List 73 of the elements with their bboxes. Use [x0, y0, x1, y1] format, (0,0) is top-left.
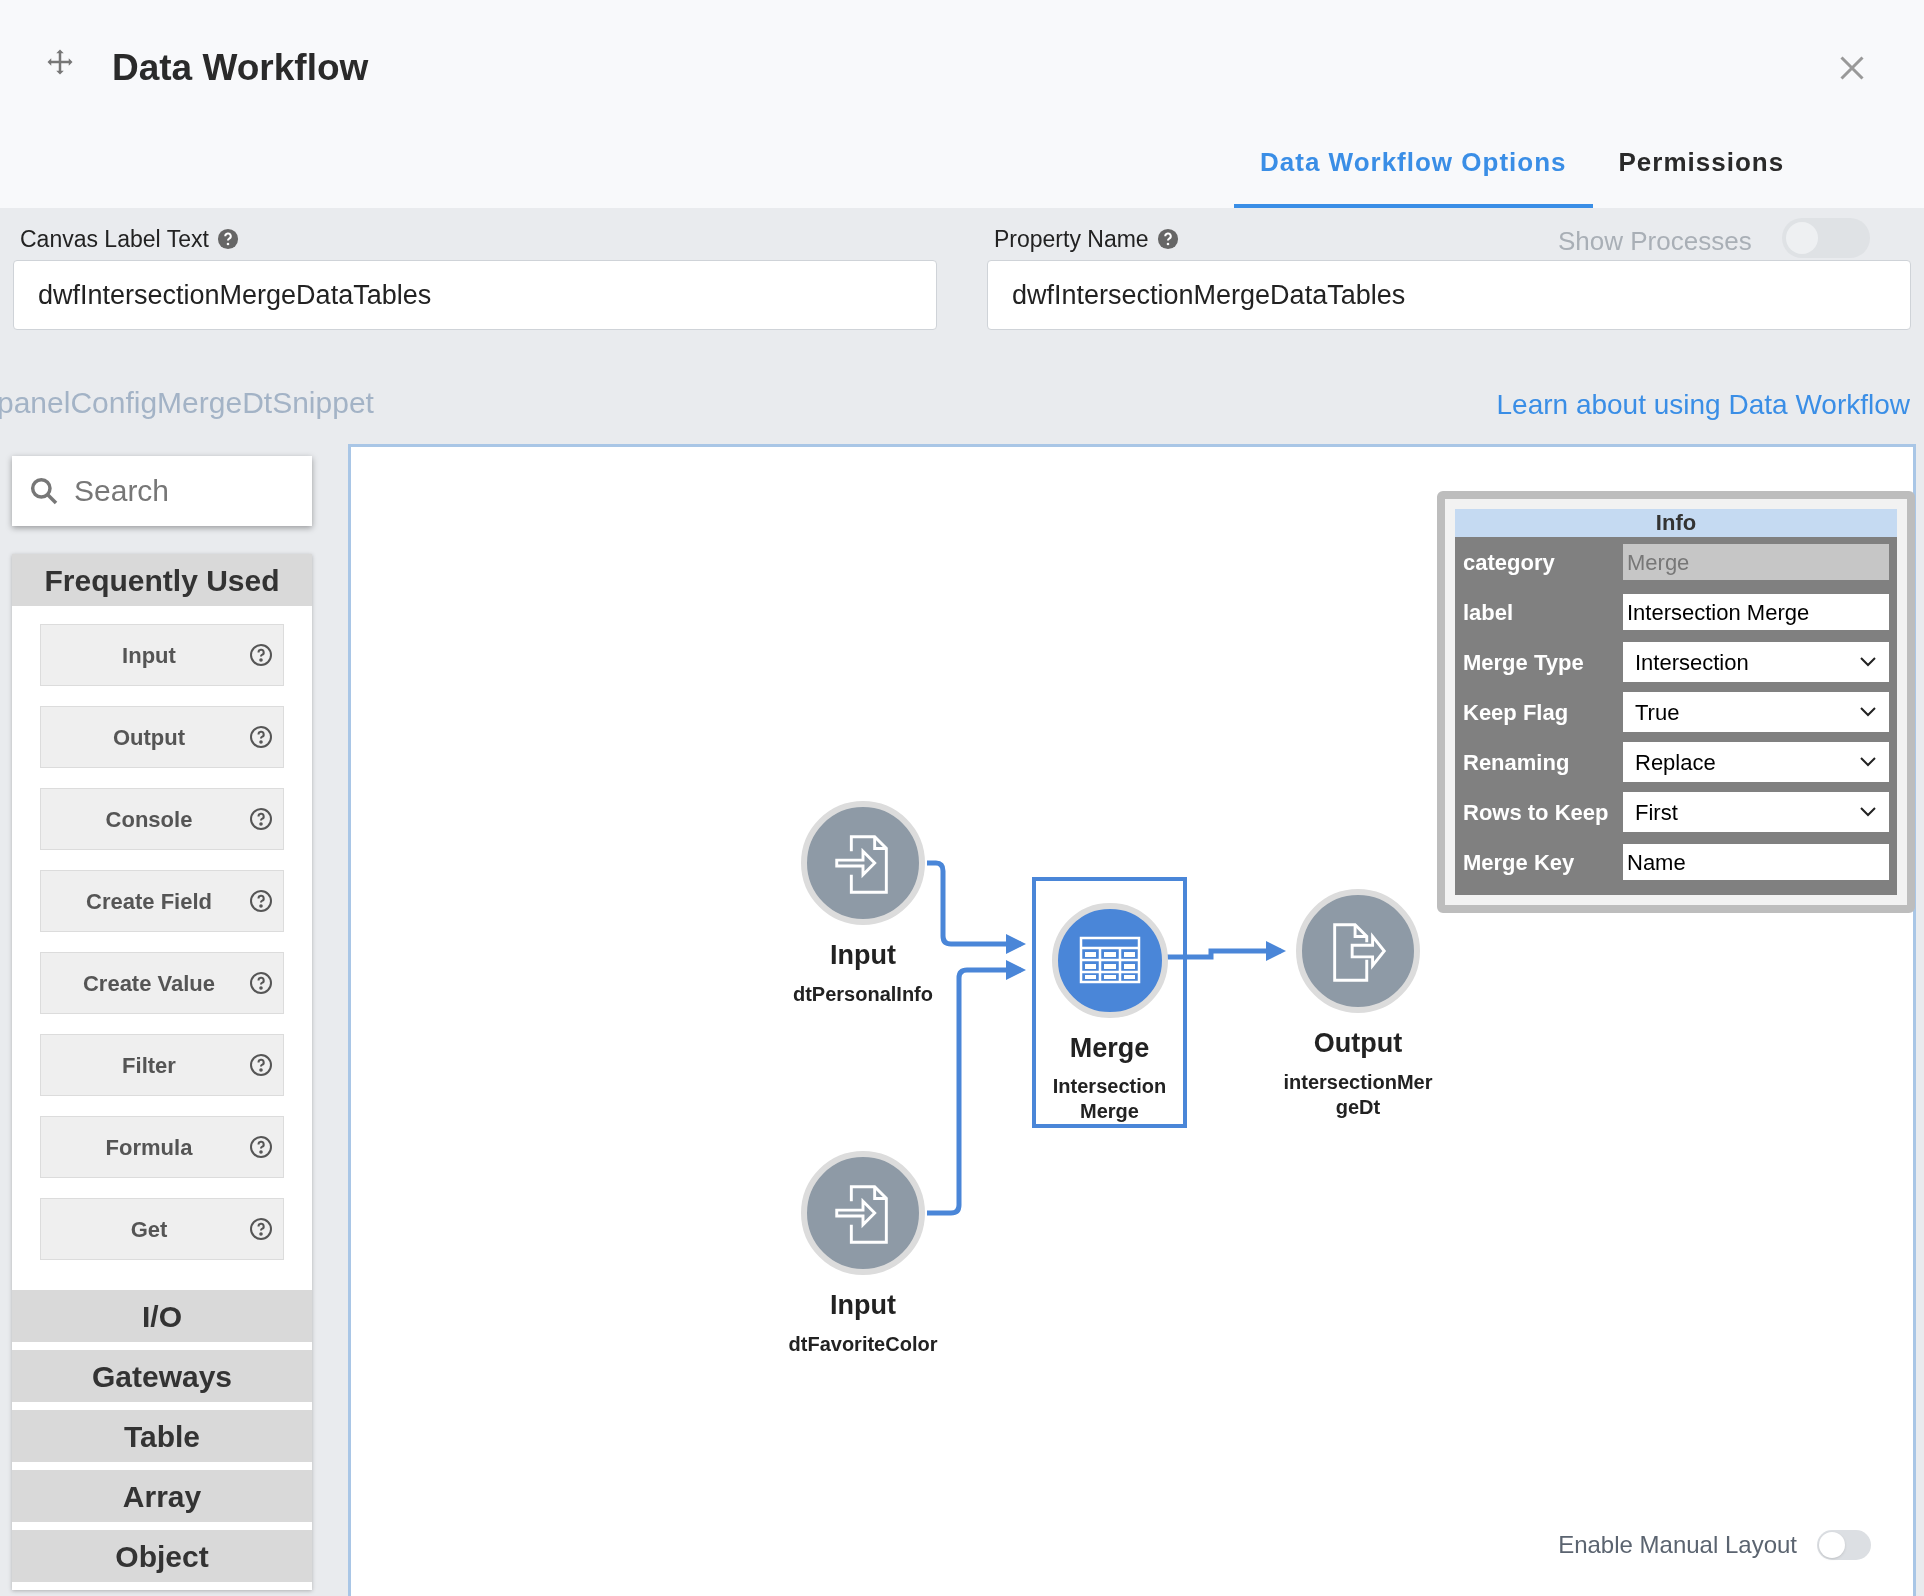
item-label: Filter: [121, 1051, 177, 1080]
node-title: Output: [1313, 1027, 1403, 1060]
help-icon: [216, 228, 239, 251]
property-label: Rows to Keep: [1463, 798, 1610, 827]
faded-label: Show Processes: [1558, 225, 1752, 258]
node-title: Merge: [1069, 1031, 1150, 1065]
panel-title: Info: [1455, 509, 1897, 537]
help-icon[interactable]: [249, 807, 273, 831]
dropdown[interactable]: Intersection: [1623, 642, 1889, 682]
palette-item[interactable]: Input: [40, 624, 284, 686]
readonly-field: Merge: [1623, 544, 1889, 580]
section-header[interactable]: Frequently Used: [12, 554, 312, 606]
section-header[interactable]: Array: [12, 1470, 312, 1522]
input-field[interactable]: Name: [1623, 844, 1889, 880]
item-label: Output: [111, 723, 187, 752]
item-label: Console: [104, 805, 194, 834]
node-title: Input: [830, 939, 896, 972]
item-label: Formula: [104, 1133, 194, 1162]
palette-item[interactable]: Output: [40, 706, 284, 768]
help-icon[interactable]: [249, 971, 273, 995]
property-label: Merge Key: [1463, 848, 1576, 877]
toggle-label: Enable Manual Layout: [1558, 1530, 1797, 1560]
input-field[interactable]: dwfIntersectionMergeDataTables: [987, 260, 1911, 330]
window-title: Data Workflow: [112, 46, 369, 90]
chevron-down-icon: [1859, 706, 1877, 718]
property-label: category: [1463, 548, 1556, 577]
close-icon[interactable]: [1838, 54, 1866, 82]
dropdown[interactable]: Replace: [1623, 742, 1889, 782]
node-label: Intersection Merge: [1051, 1074, 1168, 1124]
palette-item[interactable]: Formula: [40, 1116, 284, 1178]
property-label: Keep Flag: [1463, 698, 1570, 727]
field-label: Property Name: [994, 225, 1149, 254]
chevron-down-icon: [1859, 656, 1877, 668]
item-label: Input: [121, 641, 177, 670]
palette-item[interactable]: Filter: [40, 1034, 284, 1096]
palette-item[interactable]: Get: [40, 1198, 284, 1260]
section-header[interactable]: Object: [12, 1530, 312, 1582]
item-label: Create Value: [81, 969, 217, 998]
field-label: Canvas Label Text: [20, 225, 209, 254]
palette-item[interactable]: Create Value: [40, 952, 284, 1014]
palette-item[interactable]: Console: [40, 788, 284, 850]
dropdown[interactable]: First: [1623, 792, 1889, 832]
help-icon[interactable]: [249, 725, 273, 749]
chevron-down-icon: [1859, 756, 1877, 768]
property-label: Renaming: [1463, 748, 1571, 777]
palette-item[interactable]: Create Field: [40, 870, 284, 932]
help-icon[interactable]: [249, 1217, 273, 1241]
help-icon[interactable]: [249, 1135, 273, 1159]
section-header[interactable]: I/O: [12, 1290, 312, 1342]
table-icon: [1078, 936, 1141, 985]
input-field[interactable]: dwfIntersectionMergeDataTables: [13, 260, 937, 330]
search-field[interactable]: Search: [12, 456, 312, 526]
help-icon[interactable]: [249, 1053, 273, 1077]
node-label: dtPersonalInfo: [793, 981, 933, 1007]
node-label: dtFavoriteColor: [788, 1331, 938, 1357]
property-label: Merge Type: [1463, 648, 1585, 677]
item-label: Create Field: [85, 887, 213, 916]
chevron-down-icon: [1859, 806, 1877, 818]
help-icon[interactable]: [249, 889, 273, 913]
section-header[interactable]: Gateways: [12, 1350, 312, 1402]
search-icon: [28, 475, 60, 507]
move-icon[interactable]: [45, 47, 75, 77]
section-header[interactable]: Table: [12, 1410, 312, 1462]
dropdown[interactable]: True: [1623, 692, 1889, 732]
input-field[interactable]: Intersection Merge: [1623, 594, 1889, 630]
tab[interactable]: Permissions: [1592, 120, 1811, 208]
help-icon[interactable]: [249, 643, 273, 667]
node-title: Input: [830, 1289, 896, 1322]
help-icon: [1156, 228, 1179, 251]
toggle-switch[interactable]: [1817, 1530, 1871, 1560]
node-label: intersectionMer geDt: [1282, 1069, 1434, 1120]
property-label: label: [1463, 598, 1515, 627]
item-label: Get: [129, 1215, 169, 1244]
